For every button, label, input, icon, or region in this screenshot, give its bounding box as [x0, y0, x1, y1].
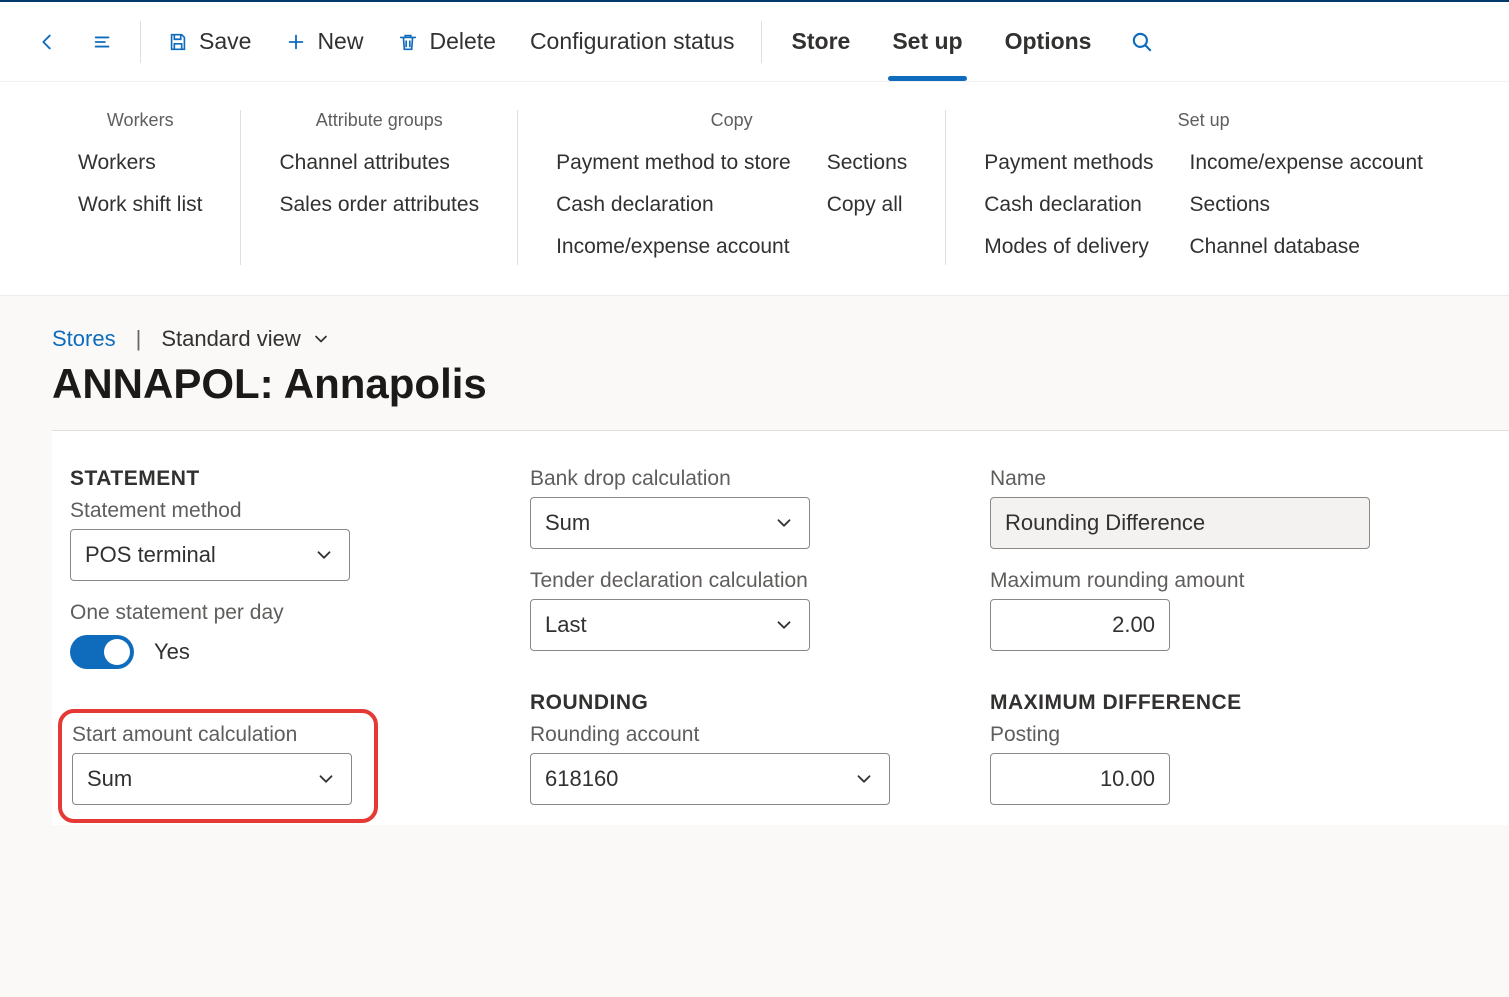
section-header-statement: STATEMENT	[70, 467, 500, 491]
chevron-down-icon	[853, 768, 875, 790]
start-amount-select[interactable]: Sum	[72, 753, 352, 805]
ribbon-group-title: Set up	[976, 110, 1431, 131]
toolbar: Save New Delete Configuration status Sto…	[0, 2, 1509, 82]
ribbon-item[interactable]: Workers	[70, 145, 210, 181]
breadcrumb: Stores | Standard view	[52, 326, 1509, 352]
field-label: Posting	[990, 723, 1420, 747]
field-label: One statement per day	[70, 601, 500, 625]
config-status-label: Configuration status	[530, 28, 735, 55]
chevron-down-icon	[315, 768, 337, 790]
ribbon-item[interactable]: Income/expense account	[1182, 145, 1431, 181]
posting-value: 10.00	[1100, 766, 1155, 792]
delete-button[interactable]: Delete	[383, 18, 509, 65]
new-label: New	[317, 28, 363, 55]
max-rounding-value: 2.00	[1112, 612, 1155, 638]
toolbar-separator	[140, 21, 141, 63]
tab-options[interactable]: Options	[987, 18, 1110, 65]
ribbon-group-copy: Copy Payment method to store Cash declar…	[517, 110, 945, 265]
ribbon-group-setup: Set up Payment methods Cash declaration …	[945, 110, 1461, 265]
name-input: Rounding Difference	[990, 497, 1370, 549]
config-status-button[interactable]: Configuration status	[516, 18, 749, 65]
tab-store[interactable]: Store	[774, 18, 869, 65]
ribbon-group-title: Copy	[548, 110, 915, 131]
form-column-1: STATEMENT Statement method POS terminal …	[70, 467, 530, 825]
rounding-account-select[interactable]: 618160	[530, 753, 890, 805]
ribbon-item[interactable]: Sales order attributes	[271, 187, 487, 223]
chevron-down-icon	[313, 544, 335, 566]
name-value: Rounding Difference	[1005, 510, 1205, 536]
one-statement-toggle[interactable]	[70, 635, 134, 669]
posting-input[interactable]: 10.00	[990, 753, 1170, 805]
chevron-down-icon	[773, 512, 795, 534]
ribbon-item[interactable]: Payment method to store	[548, 145, 799, 181]
trash-icon	[397, 31, 419, 53]
search-icon	[1129, 29, 1155, 55]
plus-icon	[285, 31, 307, 53]
section-header-rounding: ROUNDING	[530, 691, 960, 715]
ribbon: Workers Workers Work shift list Attribut…	[0, 82, 1509, 296]
ribbon-item[interactable]: Cash declaration	[976, 187, 1161, 223]
statement-method-select[interactable]: POS terminal	[70, 529, 350, 581]
tab-setup[interactable]: Set up	[874, 18, 980, 65]
back-icon	[36, 31, 58, 53]
back-button[interactable]	[22, 21, 72, 63]
field-label: Name	[990, 467, 1420, 491]
chevron-down-icon	[773, 614, 795, 636]
menu-button[interactable]	[78, 21, 128, 63]
ribbon-item[interactable]: Work shift list	[70, 187, 210, 223]
field-label: Tender declaration calculation	[530, 569, 960, 593]
page-header: Stores | Standard view ANNAPOL: Annapoli…	[0, 296, 1509, 408]
ribbon-item[interactable]: Modes of delivery	[976, 229, 1161, 265]
ribbon-item[interactable]: Channel database	[1182, 229, 1431, 265]
ribbon-group-workers: Workers Workers Work shift list	[70, 110, 240, 265]
ribbon-group-title: Workers	[70, 110, 210, 131]
ribbon-item[interactable]: Payment methods	[976, 145, 1161, 181]
ribbon-item[interactable]: Cash declaration	[548, 187, 799, 223]
highlighted-field: Start amount calculation Sum	[58, 709, 378, 823]
max-rounding-input[interactable]: 2.00	[990, 599, 1170, 651]
save-icon	[167, 31, 189, 53]
rounding-account-value: 618160	[545, 766, 618, 792]
start-amount-value: Sum	[87, 766, 132, 792]
field-label: Bank drop calculation	[530, 467, 960, 491]
statement-method-value: POS terminal	[85, 542, 216, 568]
field-label: Statement method	[70, 499, 500, 523]
ribbon-group-attribute-groups: Attribute groups Channel attributes Sale…	[240, 110, 517, 265]
chevron-down-icon	[311, 329, 331, 349]
form-column-3: Name Rounding Difference Maximum roundin…	[990, 467, 1450, 825]
one-statement-value: Yes	[154, 639, 190, 665]
save-label: Save	[199, 28, 251, 55]
view-selector[interactable]: Standard view	[161, 326, 330, 352]
field-label: Rounding account	[530, 723, 960, 747]
new-button[interactable]: New	[271, 18, 377, 65]
tender-decl-select[interactable]: Last	[530, 599, 810, 651]
toolbar-separator	[761, 21, 762, 63]
bank-drop-select[interactable]: Sum	[530, 497, 810, 549]
section-header-max-diff: MAXIMUM DIFFERENCE	[990, 691, 1420, 715]
breadcrumb-stores-link[interactable]: Stores	[52, 326, 116, 352]
ribbon-item[interactable]: Sections	[1182, 187, 1431, 223]
ribbon-item[interactable]: Sections	[819, 145, 916, 181]
delete-label: Delete	[429, 28, 495, 55]
save-button[interactable]: Save	[153, 18, 265, 65]
ribbon-item[interactable]: Channel attributes	[271, 145, 487, 181]
ribbon-group-title: Attribute groups	[271, 110, 487, 131]
ribbon-item[interactable]: Copy all	[819, 187, 916, 223]
page-title: ANNAPOL: Annapolis	[52, 360, 1509, 408]
breadcrumb-separator: |	[136, 326, 142, 352]
tender-decl-value: Last	[545, 612, 587, 638]
menu-icon	[92, 31, 114, 53]
form-column-2: Bank drop calculation Sum Tender declara…	[530, 467, 990, 825]
bank-drop-value: Sum	[545, 510, 590, 536]
ribbon-item[interactable]: Income/expense account	[548, 229, 799, 265]
field-label: Maximum rounding amount	[990, 569, 1420, 593]
view-label: Standard view	[161, 326, 300, 352]
form-area: STATEMENT Statement method POS terminal …	[52, 430, 1509, 825]
field-label: Start amount calculation	[72, 723, 364, 747]
search-button[interactable]	[1115, 19, 1169, 65]
